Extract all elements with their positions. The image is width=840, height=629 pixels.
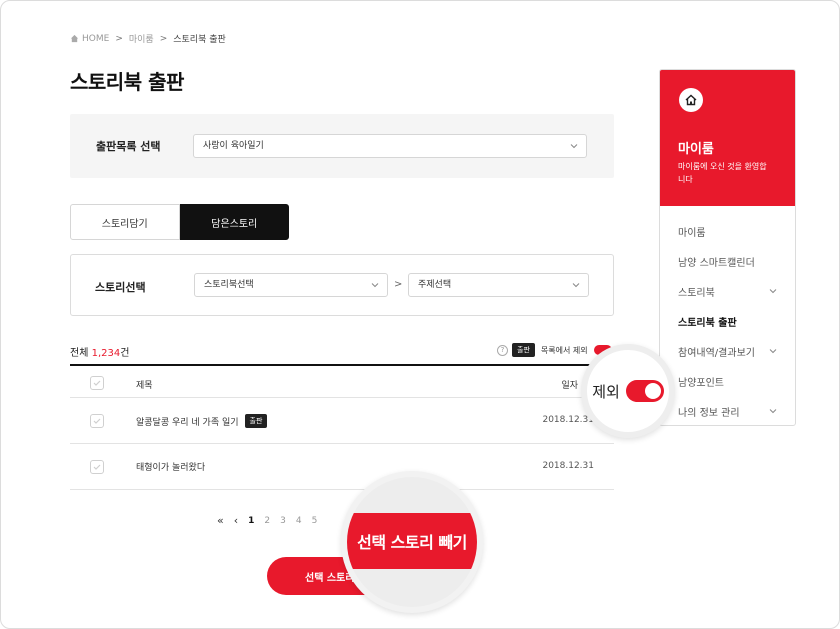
- row-title-text: 태형이가 놀러왔다: [136, 463, 206, 473]
- chevron-down-icon: [769, 349, 777, 354]
- sidebar-menu: 마이룸 남양 스마트캘린더 스토리북 스토리북 출판 참여내역/결과보기 남양포…: [660, 206, 795, 425]
- publish-list-value: 사랑이 육아일기: [203, 141, 264, 151]
- row-title-text: 알콩달콩 우리 네 가족 일기: [136, 417, 239, 428]
- select-all-checkbox[interactable]: [90, 376, 104, 390]
- sidebar-title: 마이룸: [678, 142, 714, 157]
- story-tabs: 스토리담기 담은스토리: [70, 204, 289, 240]
- storybook-dropdown[interactable]: 스토리북선택: [194, 273, 388, 297]
- total-number: 1,234: [91, 348, 121, 359]
- prev-page-button[interactable]: ‹: [234, 514, 238, 527]
- sidebar-desc: 마이룸에 오신 것을 환영합니다: [678, 162, 767, 184]
- sidebar-item-myroom[interactable]: 마이룸: [660, 216, 795, 246]
- topic-dropdown[interactable]: 주제선택: [408, 273, 589, 297]
- check-icon: [93, 464, 101, 470]
- exclude-published-option: ? 출판 목록에서 제외: [497, 343, 612, 357]
- zoom-exclude-label: 제외: [592, 382, 620, 401]
- sidebar-item-label: 스토리북 출판: [678, 317, 737, 329]
- exclude-label: 목록에서 제외: [540, 345, 588, 355]
- sidebar-item-my-info[interactable]: 나의 정보 관리: [660, 396, 795, 425]
- table-row[interactable]: 태형이가 놀러왔다 2018.12.31: [70, 444, 614, 490]
- column-date: 일자: [561, 381, 578, 391]
- table-header: 제목 일자: [70, 364, 614, 398]
- topic-value: 주제선택: [418, 280, 452, 290]
- chevron-down-icon: [769, 289, 777, 294]
- page-4[interactable]: 4: [296, 516, 302, 526]
- page-2[interactable]: 2: [264, 516, 270, 526]
- published-badge: 출판: [244, 414, 268, 428]
- check-icon: [93, 418, 101, 424]
- page-5[interactable]: 5: [312, 516, 318, 526]
- story-table: 제목 일자 알콩달콩 우리 네 가족 일기 출판 2018.12.31 태형이가…: [70, 364, 614, 490]
- sidebar-item-label: 마이룸: [678, 227, 706, 239]
- breadcrumb: HOME > 마이룸 > 스토리북 출판: [70, 32, 226, 45]
- toggle-knob: [644, 383, 661, 399]
- total-suffix: 건: [120, 348, 130, 359]
- page-3[interactable]: 3: [280, 516, 286, 526]
- story-select-panel: 스토리선택 스토리북선택 > 주제선택: [70, 254, 614, 316]
- tab-saved-story[interactable]: 담은스토리: [179, 204, 289, 240]
- table-row[interactable]: 알콩달콩 우리 네 가족 일기 출판 2018.12.31: [70, 398, 614, 444]
- sidebar-item-points[interactable]: 남양포인트: [660, 366, 795, 396]
- row-title: 알콩달콩 우리 네 가족 일기 출판: [136, 414, 268, 428]
- check-icon: [93, 380, 101, 386]
- publish-select-panel: 출판목록 선택 사랑이 육아일기: [70, 114, 614, 178]
- sidebar-item-label: 참여내역/결과보기: [678, 347, 755, 359]
- sidebar-item-participation[interactable]: 참여내역/결과보기: [660, 336, 795, 366]
- chevron-down-icon: [572, 283, 580, 288]
- chevron-down-icon: [570, 144, 578, 149]
- story-select-label: 스토리선택: [95, 281, 146, 294]
- zoom-button-callout: 선택 스토리 빼기: [341, 471, 483, 613]
- zoom-remove-selected-button[interactable]: 선택 스토리 빼기: [347, 513, 477, 569]
- breadcrumb-home[interactable]: HOME: [82, 34, 109, 44]
- first-page-button[interactable]: «: [217, 514, 224, 527]
- sidebar-item-smart-calendar[interactable]: 남양 스마트캘린더: [660, 246, 795, 276]
- breadcrumb-separator: >: [159, 33, 168, 44]
- publish-select-label: 출판목록 선택: [96, 140, 161, 153]
- zoom-toggle-callout: 제외: [581, 344, 675, 438]
- storybook-value: 스토리북선택: [204, 280, 254, 290]
- row-title: 태형이가 놀러왔다: [136, 460, 205, 473]
- sidebar-item-label: 스토리북: [678, 287, 715, 299]
- total-count: 전체 1,234건: [70, 344, 129, 359]
- row-checkbox[interactable]: [90, 414, 104, 428]
- publish-list-dropdown[interactable]: 사랑이 육아일기: [193, 134, 587, 158]
- zoom-exclude-toggle[interactable]: [625, 380, 664, 402]
- total-prefix: 전체: [70, 348, 92, 359]
- chevron-right-icon: >: [394, 279, 403, 290]
- breadcrumb-separator: >: [115, 33, 123, 44]
- sidebar: 마이룸 마이룸에 오신 것을 환영합니다 마이룸 남양 스마트캘린더 스토리북 …: [659, 69, 796, 426]
- sidebar-item-label: 나의 정보 관리: [678, 407, 740, 419]
- chevron-down-icon: [769, 409, 777, 414]
- row-date: 2018.12.31: [542, 461, 594, 471]
- home-icon[interactable]: [679, 88, 703, 112]
- row-checkbox[interactable]: [90, 460, 104, 474]
- sidebar-header: 마이룸 마이룸에 오신 것을 환영합니다: [660, 70, 795, 206]
- sidebar-item-storybook[interactable]: 스토리북: [660, 276, 795, 306]
- tab-add-story[interactable]: 스토리담기: [70, 204, 180, 240]
- window-frame: HOME > 마이룸 > 스토리북 출판 스토리북 출판 출판목록 선택 사랑이…: [0, 0, 840, 629]
- pagination: « ‹ 1 2 3 4 5: [217, 514, 327, 527]
- sidebar-item-storybook-publish[interactable]: 스토리북 출판: [660, 306, 795, 336]
- sidebar-item-label: 남양 스마트캘린더: [678, 257, 755, 269]
- row-date: 2018.12.31: [542, 415, 594, 425]
- page-1[interactable]: 1: [248, 516, 254, 526]
- breadcrumb-myroom[interactable]: 마이룸: [129, 32, 154, 45]
- sidebar-item-label: 남양포인트: [678, 377, 724, 389]
- published-badge: 출판: [512, 343, 535, 357]
- page-title: 스토리북 출판: [70, 70, 184, 94]
- breadcrumb-current: 스토리북 출판: [173, 35, 226, 45]
- zoom-remove-selected-label: 선택 스토리 빼기: [357, 533, 467, 552]
- column-title: 제목: [136, 381, 153, 391]
- home-icon: [70, 34, 79, 43]
- chevron-down-icon: [371, 283, 379, 288]
- help-icon[interactable]: ?: [497, 344, 508, 356]
